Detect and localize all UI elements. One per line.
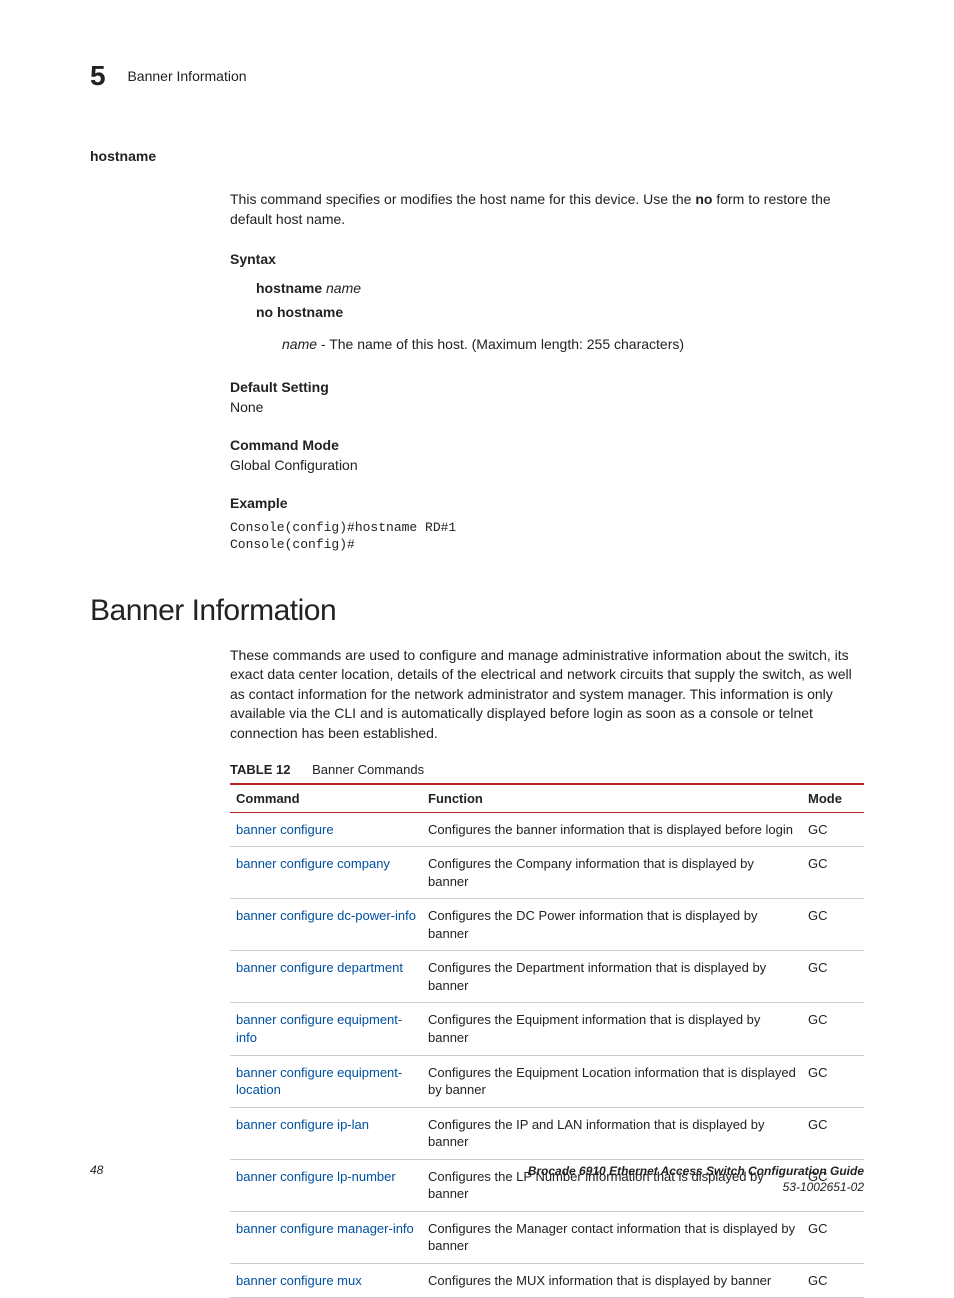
page-header: 5 Banner Information (90, 60, 864, 92)
table-row: banner configure dc-power-info Configures… (230, 899, 864, 951)
section-title: Banner Information (90, 594, 864, 628)
cell-function: Configures the Company information that … (422, 847, 802, 899)
mode-label: Command Mode (230, 437, 864, 453)
syntax-body: hostname name no hostname name - The nam… (256, 277, 864, 356)
hostname-block: This command specifies or modifies the h… (230, 190, 864, 554)
command-link[interactable]: banner configure mux (236, 1273, 362, 1288)
command-link[interactable]: banner configure dc-power-info (236, 908, 416, 923)
section-intro: These commands are used to configure and… (230, 646, 864, 744)
cell-command: banner configure company (230, 847, 422, 899)
syntax-arg: name (326, 280, 361, 296)
chapter-number: 5 (90, 60, 106, 92)
cell-command: banner configure (230, 812, 422, 847)
page-number: 48 (90, 1163, 103, 1177)
doc-number: 53-1002651-02 (783, 1180, 864, 1194)
example-label: Example (230, 495, 864, 511)
cell-command: banner configure dc-power-info (230, 899, 422, 951)
cell-mode: GC (802, 1107, 864, 1159)
table-label: TABLE 12 (230, 762, 290, 777)
syntax-no: no hostname (256, 301, 864, 325)
cell-mode: GC (802, 812, 864, 847)
cell-mode: GC (802, 1263, 864, 1298)
command-title-hostname: hostname (90, 148, 864, 164)
cell-function: Configures the DC Power information that… (422, 899, 802, 951)
table-header-row: Command Function Mode (230, 784, 864, 813)
command-link[interactable]: banner configure department (236, 960, 403, 975)
table-row: banner configure mux Configures the MUX i… (230, 1263, 864, 1298)
default-value: None (230, 399, 864, 415)
section-body: These commands are used to configure and… (230, 646, 864, 1298)
cell-function: Configures the IP and LAN information th… (422, 1107, 802, 1159)
cell-mode: GC (802, 951, 864, 1003)
table-row: banner configure ip-lan Configures the IP… (230, 1107, 864, 1159)
table-row: banner configure company Configures the C… (230, 847, 864, 899)
doc-title: Brocade 6910 Ethernet Access Switch Conf… (528, 1164, 864, 1178)
cell-function: Configures the banner information that i… (422, 812, 802, 847)
arg-name: name (282, 336, 317, 352)
cell-command: banner configure department (230, 951, 422, 1003)
mode-value: Global Configuration (230, 457, 864, 473)
table-caption-text: Banner Commands (312, 762, 424, 777)
cell-mode: GC (802, 1211, 864, 1263)
syntax-line: hostname name (256, 277, 864, 301)
table-row: banner configure equipment-info Configure… (230, 1003, 864, 1055)
text: This command specifies or modifies the h… (230, 191, 695, 207)
cell-function: Configures the Manager contact informati… (422, 1211, 802, 1263)
syntax-arg-desc: name - The name of this host. (Maximum l… (282, 333, 864, 357)
cell-function: Configures the Equipment Location inform… (422, 1055, 802, 1107)
page: 5 Banner Information hostname This comma… (0, 0, 954, 1235)
syntax-cmd: hostname (256, 280, 322, 296)
col-mode: Mode (802, 784, 864, 813)
cell-function: Configures the Equipment information tha… (422, 1003, 802, 1055)
cell-function: Configures the MUX information that is d… (422, 1263, 802, 1298)
table-row: banner configure department Configures th… (230, 951, 864, 1003)
table-row: banner configure Configures the banner in… (230, 812, 864, 847)
hostname-desc: This command specifies or modifies the h… (230, 190, 864, 229)
cell-command: banner configure ip-lan (230, 1107, 422, 1159)
default-label: Default Setting (230, 379, 864, 395)
banner-commands-table: Command Function Mode banner configure Co… (230, 783, 864, 1298)
text-bold: no (695, 191, 712, 207)
table-caption: TABLE 12 Banner Commands (230, 762, 864, 777)
table-row: banner configure equipment-location Confi… (230, 1055, 864, 1107)
breadcrumb: Banner Information (127, 68, 246, 84)
command-link[interactable]: banner configure equipment-location (236, 1065, 402, 1098)
command-link[interactable]: banner configure (236, 822, 334, 837)
page-footer: 48 Brocade 6910 Ethernet Access Switch C… (90, 1163, 864, 1195)
cell-mode: GC (802, 1003, 864, 1055)
command-link[interactable]: banner configure ip-lan (236, 1117, 369, 1132)
command-link[interactable]: banner configure equipment-info (236, 1012, 402, 1045)
cell-mode: GC (802, 1055, 864, 1107)
example-code: Console(config)#hostname RD#1 Console(co… (230, 519, 864, 554)
cell-function: Configures the Department information th… (422, 951, 802, 1003)
syntax-label: Syntax (230, 251, 864, 267)
cell-mode: GC (802, 899, 864, 951)
arg-rest: - The name of this host. (Maximum length… (317, 336, 684, 352)
cell-command: banner configure manager-info (230, 1211, 422, 1263)
col-command: Command (230, 784, 422, 813)
command-link[interactable]: banner configure company (236, 856, 390, 871)
cell-command: banner configure equipment-info (230, 1003, 422, 1055)
cell-mode: GC (802, 847, 864, 899)
doc-id: Brocade 6910 Ethernet Access Switch Conf… (528, 1163, 864, 1195)
col-function: Function (422, 784, 802, 813)
cell-command: banner configure equipment-location (230, 1055, 422, 1107)
command-link[interactable]: banner configure manager-info (236, 1221, 414, 1236)
cell-command: banner configure mux (230, 1263, 422, 1298)
table-row: banner configure manager-info Configures … (230, 1211, 864, 1263)
